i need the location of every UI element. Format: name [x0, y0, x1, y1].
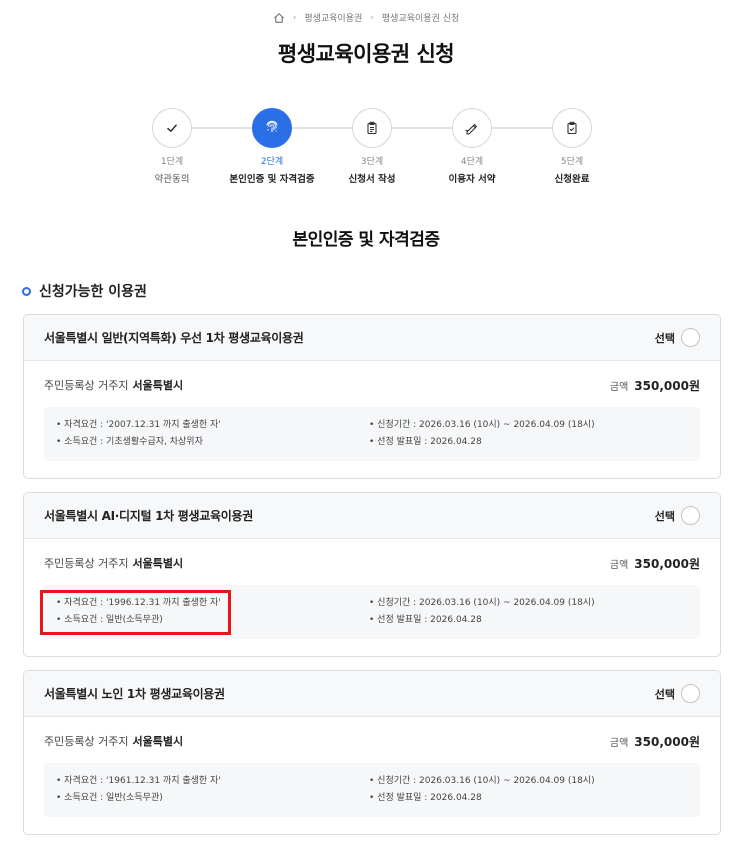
application-period: • 신청기간 : 2026.03.16 (10시) ~ 2026.04.09 (…: [369, 598, 595, 608]
residence-label: 주민등록상 거주지: [44, 735, 129, 748]
voucher-card-body: 주민등록상 거주지 서울특별시 금액 350,000원 • 자격요건 : '1961…: [24, 717, 720, 829]
residence-label: 주민등록상 거주지: [44, 557, 129, 570]
amount: 금액 350,000원: [610, 733, 700, 750]
amount-label: 금액: [609, 737, 629, 749]
residence: 주민등록상 거주지 서울특별시: [44, 555, 183, 571]
amount-value: 350,000원: [634, 378, 700, 393]
select-label[interactable]: 선택: [655, 686, 675, 702]
announcement-date: • 선정 발표일 : 2026.04.28: [369, 437, 482, 447]
highlight-annotation: [40, 590, 231, 635]
select-radio[interactable]: [681, 328, 700, 347]
income-requirement: • 소득요건 : 일반(소득무관): [56, 793, 163, 803]
announcement-date: • 선정 발표일 : 2026.04.28: [369, 793, 482, 803]
residence: 주민등록상 거주지 서울특별시: [44, 377, 183, 393]
step-number: 1단계: [160, 157, 184, 167]
step-2: 2단계 본인인증 및 자격검증: [227, 108, 317, 185]
sub-heading-label: 신청가능한 이용권: [39, 284, 147, 300]
step-1: 1단계 약관동의: [127, 108, 217, 185]
fingerprint-icon: [252, 108, 292, 148]
step-name: 약관동의: [154, 174, 190, 185]
voucher-card-header: 서울특별시 일반(지역특화) 우선 1차 평생교육이용권 선택: [24, 315, 720, 361]
clipboard-icon: [352, 108, 392, 148]
residence-label: 주민등록상 거주지: [44, 379, 129, 392]
clipboard-check-icon: [552, 108, 592, 148]
eligibility-requirement: • 자격요건 : '2007.12.31 까지 출생한 자': [56, 420, 221, 430]
step-number: 3단계: [360, 157, 384, 167]
residence-value: 서울특별시: [132, 735, 184, 748]
residence: 주민등록상 거주지 서울특별시: [44, 733, 183, 749]
breadcrumb-item-current: 평생교육이용권 신청: [381, 14, 460, 24]
voucher-title: 서울특별시 AI·디지털 1차 평생교육이용권: [44, 509, 253, 523]
amount: 금액 350,000원: [610, 377, 700, 394]
select-label[interactable]: 선택: [655, 508, 675, 524]
home-icon[interactable]: [273, 12, 285, 24]
income-requirement: • 소득요건 : 기초생활수급자, 차상위자: [56, 437, 203, 447]
application-period: • 신청기간 : 2026.03.16 (10시) ~ 2026.04.09 (…: [369, 776, 595, 786]
step-name: 신청서 작성: [348, 174, 396, 185]
step-name: 본인인증 및 자격검증: [229, 174, 315, 185]
voucher-card-header: 서울특별시 노인 1차 평생교육이용권 선택: [24, 671, 720, 717]
voucher-info-box: • 자격요건 : '1961.12.31 까지 출생한 자' • 소득요건 : …: [44, 763, 700, 817]
breadcrumb: › 평생교육이용권 › 평생교육이용권 신청: [0, 11, 732, 24]
eligibility-requirement: • 자격요건 : '1961.12.31 까지 출생한 자': [56, 776, 221, 786]
voucher-select[interactable]: 선택: [655, 506, 700, 525]
voucher-card: 서울특별시 노인 1차 평생교육이용권 선택 주민등록상 거주지 서울특별시 금액…: [23, 670, 721, 835]
amount: 금액 350,000원: [610, 555, 700, 572]
chevron-right-icon: ›: [292, 12, 297, 23]
progress-stepper: 1단계 약관동의 2단계 본인인증 및 자격검증 3단계 신청서 작성 4단계 …: [132, 108, 612, 188]
residence-value: 서울특별시: [132, 557, 184, 570]
page-title: 평생교육이용권 신청: [277, 42, 455, 66]
select-label[interactable]: 선택: [655, 330, 675, 346]
check-icon: [152, 108, 192, 148]
step-name: 신청완료: [554, 174, 590, 185]
residence-value: 서울특별시: [132, 379, 184, 392]
voucher-select[interactable]: 선택: [655, 328, 700, 347]
voucher-card: 서울특별시 일반(지역특화) 우선 1차 평생교육이용권 선택 주민등록상 거주…: [23, 314, 721, 479]
voucher-card-header: 서울특별시 AI·디지털 1차 평생교육이용권 선택: [24, 493, 720, 539]
amount-value: 350,000원: [634, 556, 700, 571]
bullet-icon: [22, 286, 31, 296]
voucher-title: 서울특별시 일반(지역특화) 우선 1차 평생교육이용권: [44, 331, 304, 345]
step-3: 3단계 신청서 작성: [327, 108, 417, 185]
select-radio[interactable]: [681, 684, 700, 703]
voucher-card-body: 주민등록상 거주지 서울특별시 금액 350,000원 • 자격요건 : '2007…: [24, 361, 720, 473]
voucher-title: 서울특별시 노인 1차 평생교육이용권: [44, 687, 225, 701]
sub-heading: 신청가능한 이용권: [22, 281, 147, 301]
amount-label: 금액: [609, 381, 629, 393]
step-number: 4단계: [460, 157, 484, 167]
voucher-select[interactable]: 선택: [655, 684, 700, 703]
amount-value: 350,000원: [634, 734, 700, 749]
breadcrumb-item[interactable]: 평생교육이용권: [304, 11, 362, 24]
amount-label: 금액: [609, 559, 629, 571]
pen-icon: [452, 108, 492, 148]
select-radio[interactable]: [681, 506, 700, 525]
chevron-right-icon: ›: [370, 12, 374, 23]
announcement-date: • 선정 발표일 : 2026.04.28: [369, 615, 482, 625]
step-5: 5단계 신청완료: [527, 108, 617, 185]
step-name: 이용자 서약: [448, 174, 496, 185]
application-period: • 신청기간 : 2026.03.16 (10시) ~ 2026.04.09 (…: [369, 420, 595, 430]
step-number: 5단계: [560, 157, 584, 167]
step-number: 2단계: [260, 157, 284, 167]
voucher-info-box: • 자격요건 : '2007.12.31 까지 출생한 자' • 소득요건 : …: [44, 407, 700, 461]
section-title: 본인인증 및 자격검증: [292, 230, 440, 250]
step-4: 4단계 이용자 서약: [427, 108, 517, 185]
